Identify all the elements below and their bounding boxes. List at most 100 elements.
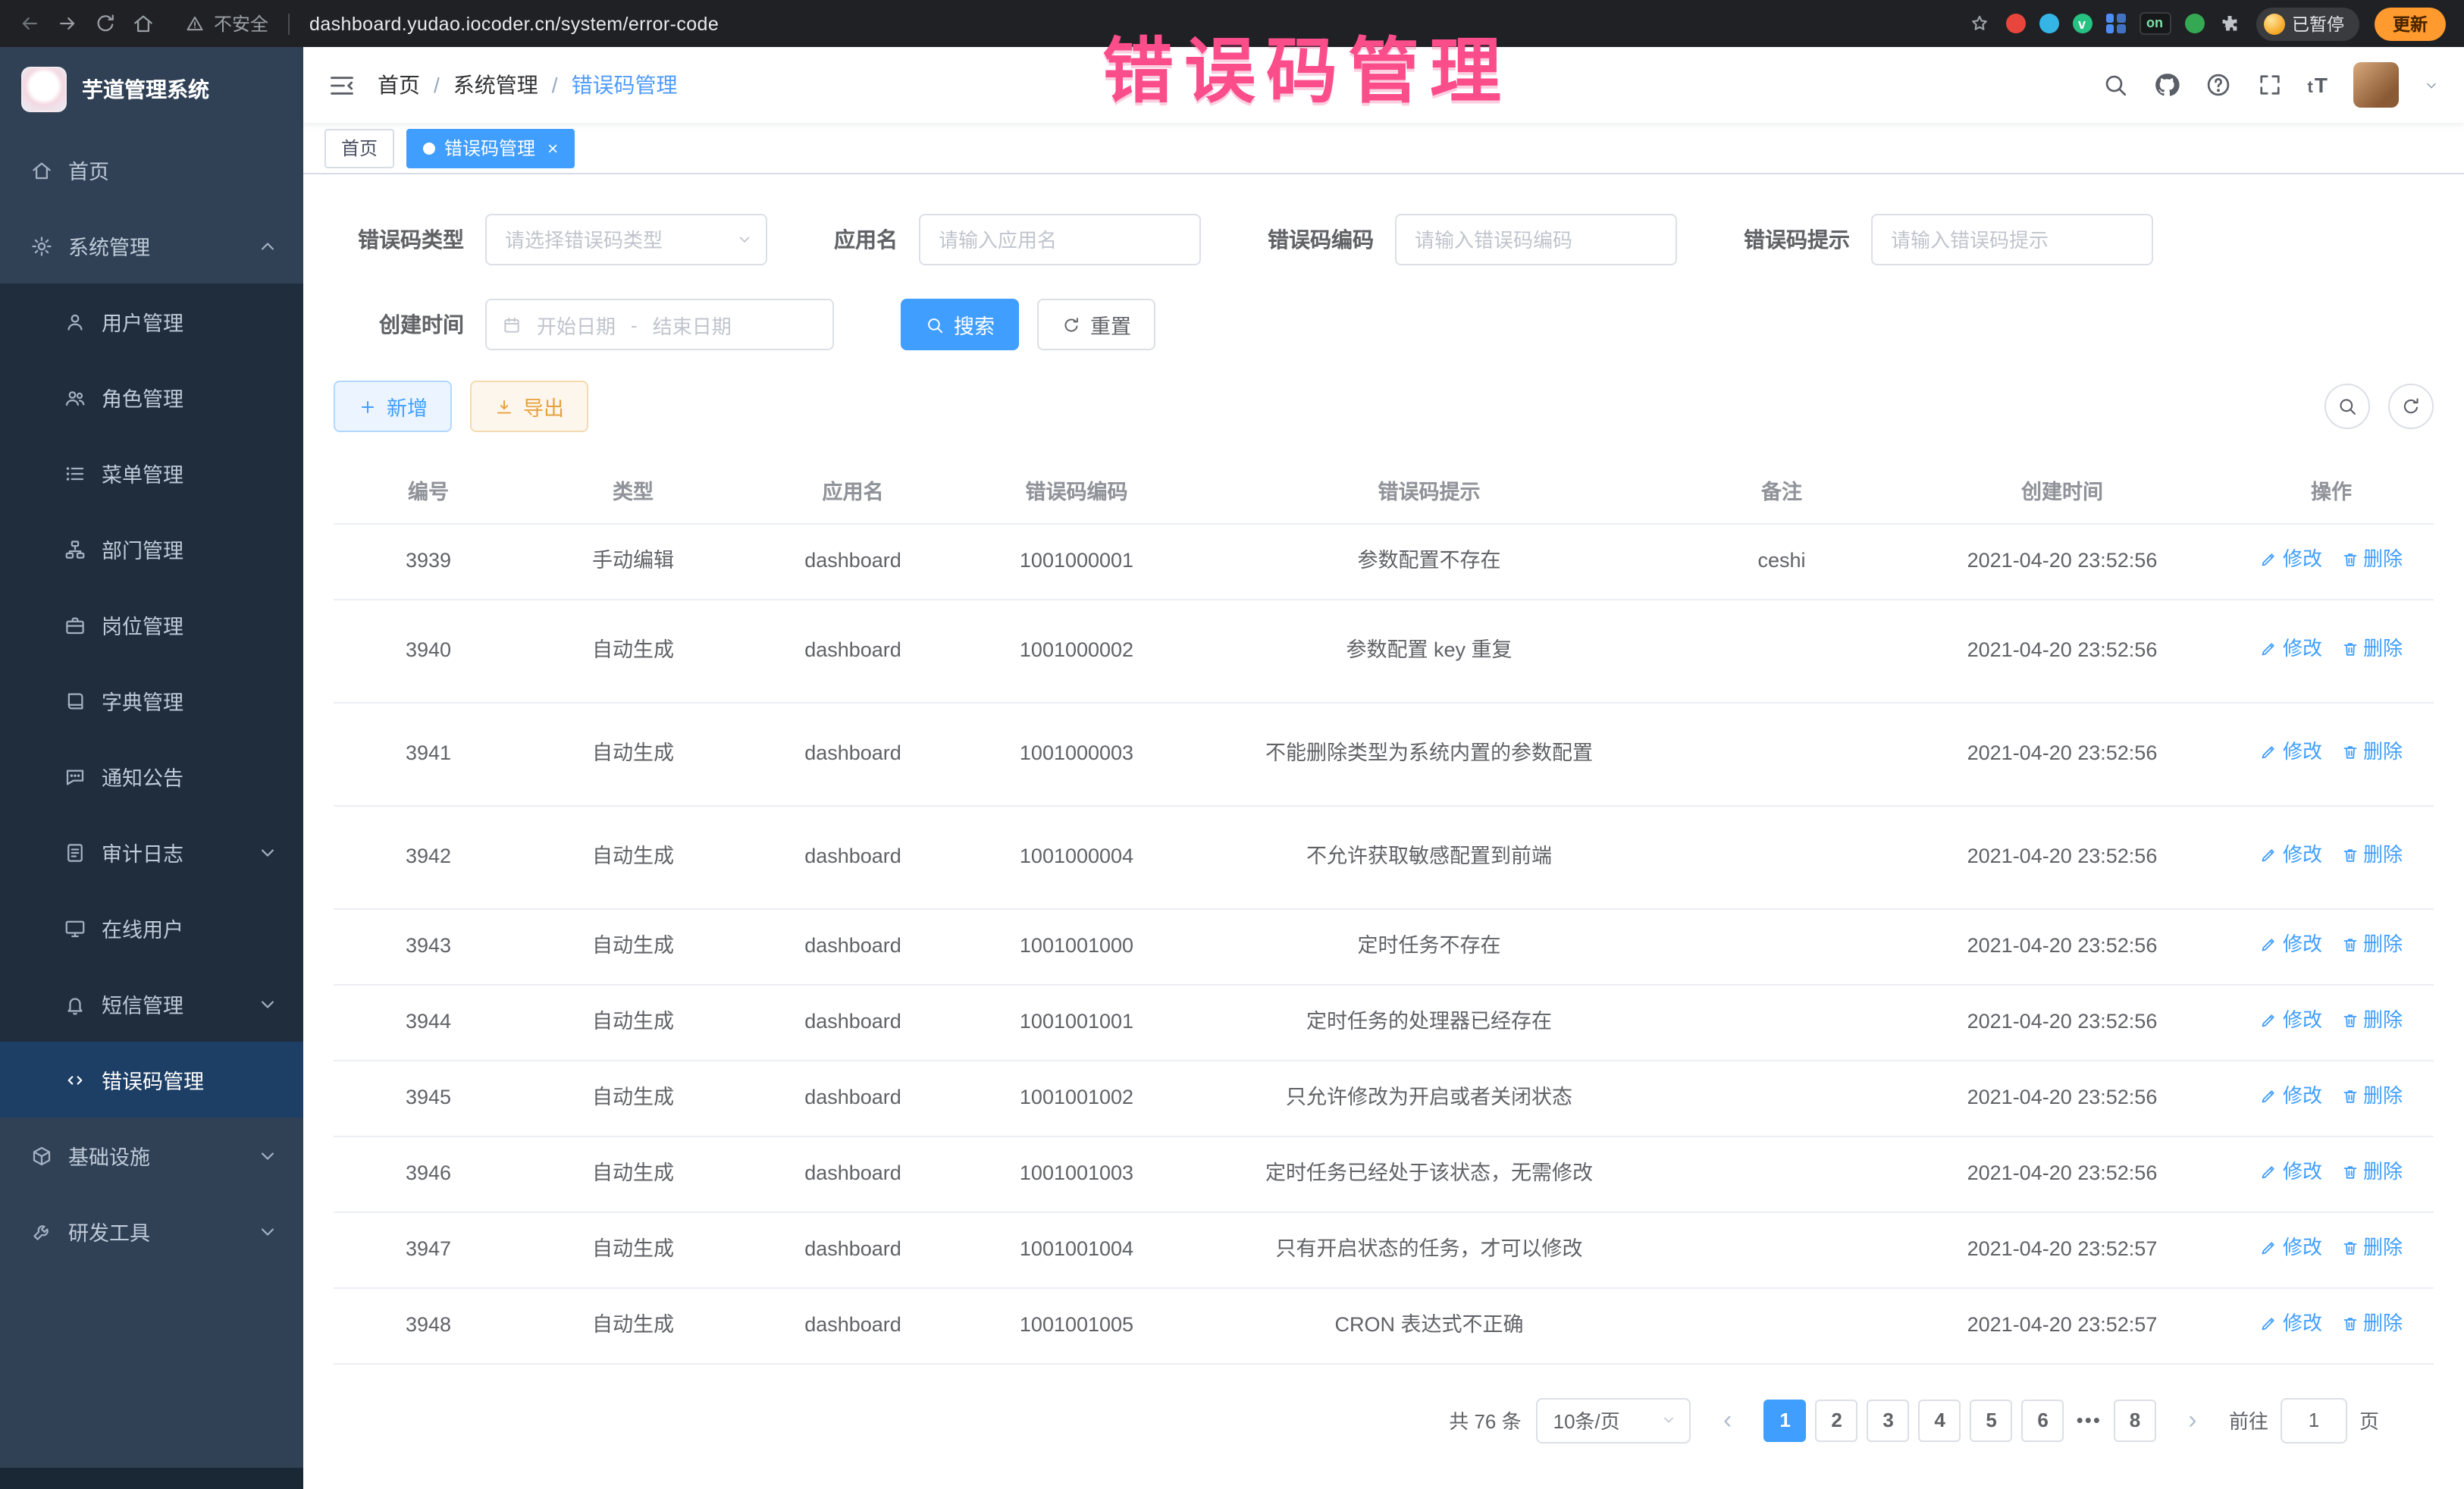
sidebar-item-dept[interactable]: 部门管理 [0, 511, 303, 587]
sidebar-item-dev-tool[interactable]: 研发工具 [0, 1193, 303, 1269]
edit-button[interactable]: 修改 [2260, 839, 2322, 871]
sidebar-item-user[interactable]: 用户管理 [0, 284, 303, 359]
pencil-icon [2260, 640, 2278, 658]
edit-button[interactable]: 修改 [2260, 544, 2322, 575]
add-button[interactable]: 新增 [334, 381, 452, 432]
delete-button[interactable]: 删除 [2340, 1232, 2403, 1264]
delete-button[interactable]: 删除 [2340, 736, 2403, 768]
browser-forward-icon[interactable] [56, 12, 79, 35]
error-type-select[interactable] [485, 214, 767, 265]
sidebar-item-error-code[interactable]: 错误码管理 [0, 1042, 303, 1118]
edit-button[interactable]: 修改 [2260, 1005, 2322, 1036]
tab-error-code[interactable]: 错误码管理× [406, 128, 575, 168]
page-button-5[interactable]: 5 [1970, 1399, 2013, 1441]
edit-button-label: 修改 [2283, 1156, 2322, 1188]
sidebar-item-online-user[interactable]: 在线用户 [0, 890, 303, 966]
page-button-4[interactable]: 4 [1919, 1399, 1961, 1441]
trash-icon [2340, 1087, 2359, 1105]
edit-button[interactable]: 修改 [2260, 1232, 2322, 1264]
browser-reload-icon[interactable] [94, 12, 117, 35]
browser-home-icon[interactable] [132, 12, 155, 35]
breadcrumb-item[interactable]: 系统管理 [453, 70, 538, 100]
bookmark-star-icon[interactable] [1967, 12, 1990, 35]
edit-button[interactable]: 修改 [2260, 633, 2322, 665]
next-page-button[interactable]: › [2171, 1399, 2214, 1441]
page-button-3[interactable]: 3 [1867, 1399, 1910, 1441]
error-type-select-input[interactable] [485, 214, 767, 265]
search-button[interactable]: 搜索 [901, 299, 1019, 350]
help-icon[interactable] [2205, 71, 2232, 99]
delete-button[interactable]: 删除 [2340, 1080, 2403, 1112]
cell-operations: 修改删除 [2229, 1212, 2434, 1287]
fullscreen-icon[interactable] [2256, 71, 2284, 99]
reset-button[interactable]: 重置 [1037, 299, 1155, 350]
cell-type: 自动生成 [523, 1136, 743, 1212]
grid-extension-icon[interactable] [2105, 14, 2125, 33]
font-size-icon[interactable]: tT [2308, 73, 2329, 97]
export-button[interactable]: 导出 [470, 381, 588, 432]
browser-back-icon[interactable] [18, 12, 41, 35]
case-icon [64, 613, 86, 636]
sidebar-item-audit-log[interactable]: 审计日志 [0, 814, 303, 890]
more-pages-button[interactable]: ••• [2074, 1409, 2105, 1431]
avatar-caret-down-icon[interactable] [2423, 77, 2440, 93]
edit-button[interactable]: 修改 [2260, 1308, 2322, 1340]
edit-button[interactable]: 修改 [2260, 1080, 2322, 1112]
page-button-1[interactable]: 1 [1764, 1399, 1807, 1441]
edit-button[interactable]: 修改 [2260, 736, 2322, 768]
sidebar-item-post[interactable]: 岗位管理 [0, 587, 303, 663]
error-hint-label: 错误码提示 [1744, 224, 1850, 255]
page-size-select[interactable]: 10条/页 [1537, 1397, 1691, 1443]
edit-button[interactable]: 修改 [2260, 1156, 2322, 1188]
delete-button[interactable]: 删除 [2340, 1156, 2403, 1188]
kite-extension-icon[interactable] [2039, 14, 2058, 33]
delete-button[interactable]: 删除 [2340, 544, 2403, 575]
show-search-toggle-button[interactable] [2324, 384, 2370, 429]
error-code-input[interactable] [1395, 214, 1677, 265]
browser-update-button[interactable]: 更新 [2375, 7, 2446, 40]
address-bar[interactable]: 不安全 dashboard.yudao.iocoder.cn/system/er… [185, 11, 719, 36]
page-button-8[interactable]: 8 [2114, 1399, 2156, 1441]
sidebar-item-home[interactable]: 首页 [0, 132, 303, 208]
create-time-range[interactable]: 开始日期 - 结束日期 [485, 299, 834, 350]
record-extension-icon[interactable] [2005, 14, 2025, 33]
page-button-2[interactable]: 2 [1816, 1399, 1858, 1441]
github-icon[interactable] [2153, 71, 2180, 99]
sidebar-item-role[interactable]: 角色管理 [0, 359, 303, 435]
puzzle-extension-icon[interactable] [2218, 12, 2240, 35]
breadcrumb-item[interactable]: 首页 [378, 70, 420, 100]
delete-button[interactable]: 删除 [2340, 929, 2403, 961]
delete-button[interactable]: 删除 [2340, 633, 2403, 665]
sidebar-item-notice[interactable]: 通知公告 [0, 738, 303, 814]
leaf-extension-icon[interactable] [2184, 14, 2204, 33]
sidebar-toggle-icon[interactable] [328, 71, 356, 99]
delete-button[interactable]: 删除 [2340, 839, 2403, 871]
paused-profile-badge[interactable]: 已暂停 [2256, 7, 2359, 40]
app-name-input[interactable] [919, 214, 1201, 265]
goto-page-input[interactable] [2281, 1397, 2347, 1443]
close-tab-icon[interactable]: × [547, 137, 558, 158]
tab-home[interactable]: 首页 [324, 128, 394, 168]
edit-button[interactable]: 修改 [2260, 929, 2322, 961]
delete-button[interactable]: 删除 [2340, 1308, 2403, 1340]
prev-page-button[interactable]: ‹ [1707, 1399, 1749, 1441]
sidebar-item-menu[interactable]: 菜单管理 [0, 435, 303, 511]
table-toolbar: 新增 导出 [334, 381, 2434, 432]
error-hint-input[interactable] [1871, 214, 2153, 265]
header-search-icon[interactable] [2102, 71, 2129, 99]
sidebar-item-label: 通知公告 [102, 761, 183, 792]
sidebar-item-sms[interactable]: 短信管理 [0, 966, 303, 1042]
sidebar-item-system[interactable]: 系统管理 [0, 208, 303, 284]
sidebar-item-infra[interactable]: 基础设施 [0, 1118, 303, 1193]
check-extension-icon[interactable]: v [2072, 14, 2092, 33]
edit-button-label: 修改 [2283, 1308, 2322, 1340]
sidebar-item-dict[interactable]: 字典管理 [0, 663, 303, 738]
on-badge-extension-icon[interactable]: on [2139, 12, 2171, 35]
page-button-6[interactable]: 6 [2022, 1399, 2064, 1441]
user-avatar[interactable] [2353, 62, 2399, 108]
breadcrumb-separator: / [434, 73, 440, 97]
delete-button[interactable]: 删除 [2340, 1005, 2403, 1036]
sidebar-logo[interactable]: 芋道管理系统 [0, 47, 303, 132]
refresh-table-button[interactable] [2388, 384, 2434, 429]
total-count: 共 76 条 [1449, 1406, 1521, 1434]
